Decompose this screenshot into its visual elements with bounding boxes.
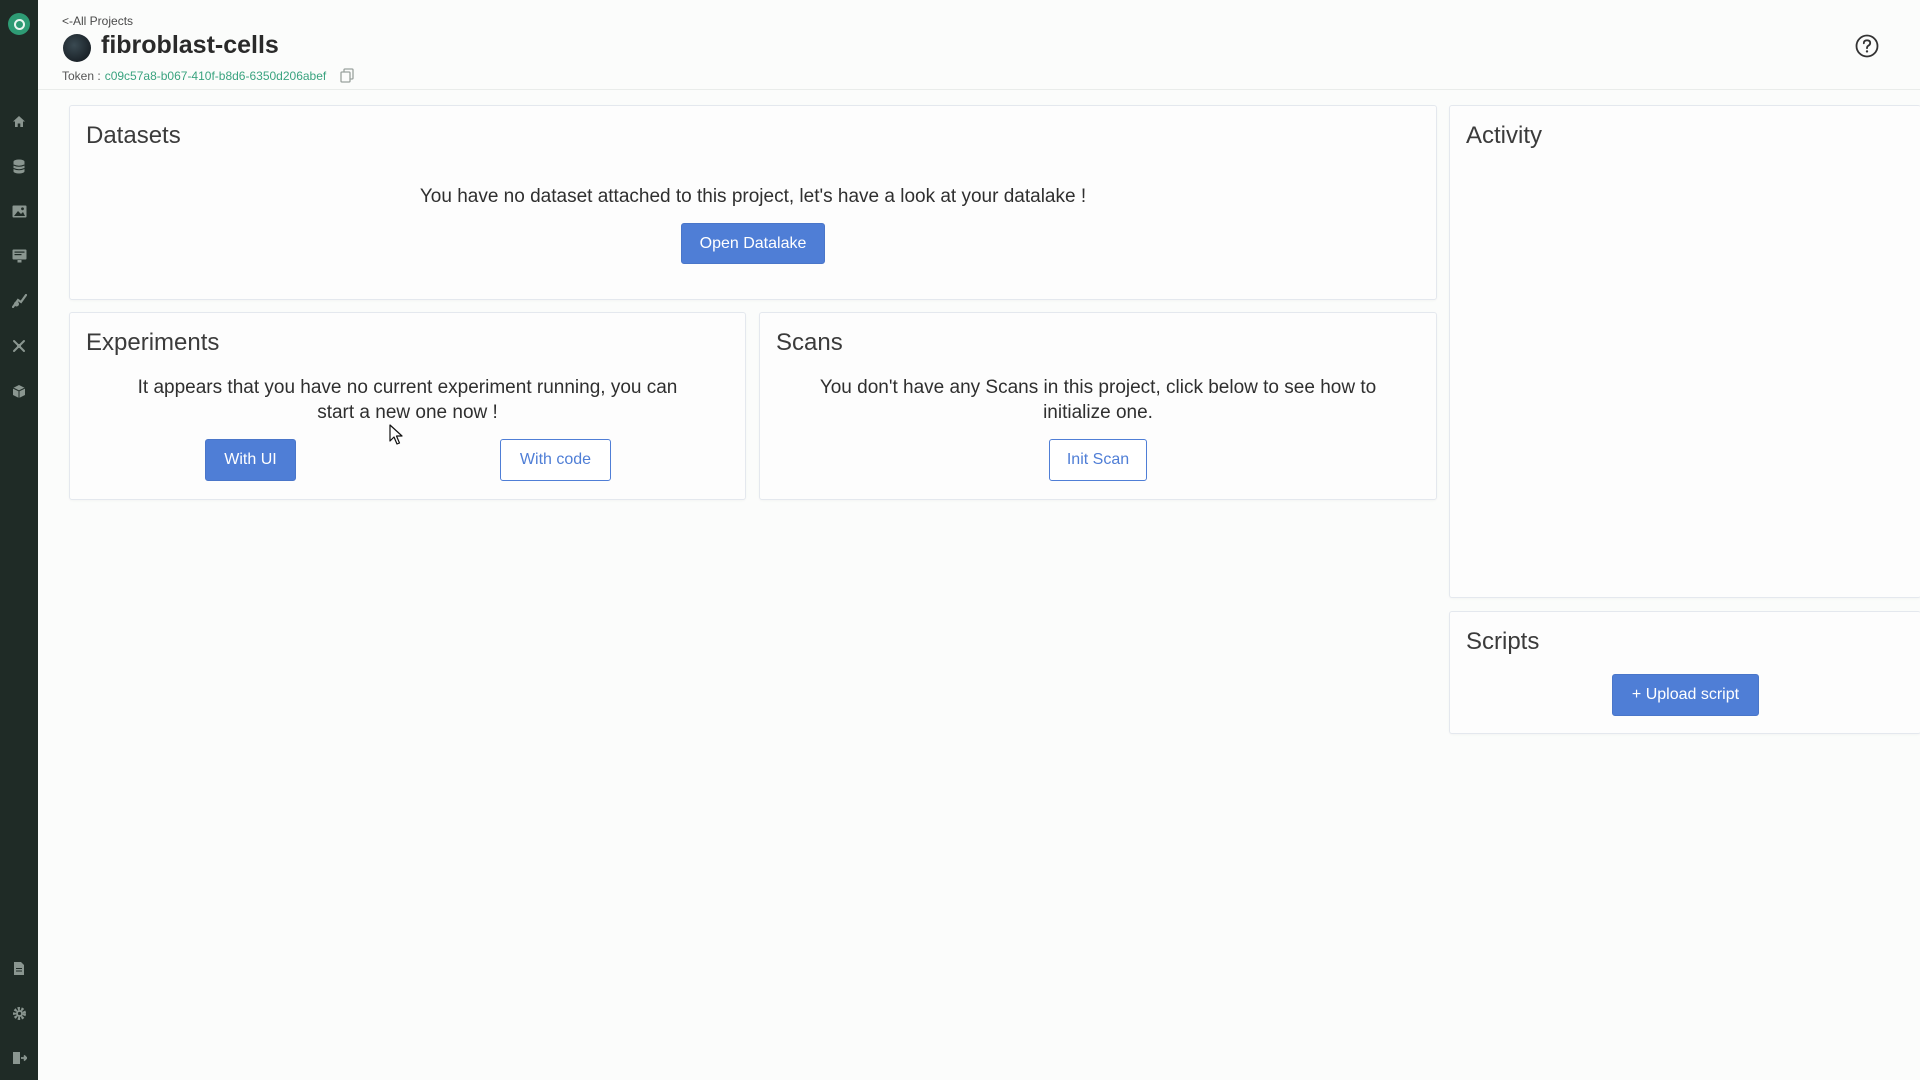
token-value[interactable]: c09c57a8-b067-410f-b8d6-6350d206abef	[105, 69, 327, 83]
datasets-title: Datasets	[86, 122, 181, 149]
app-logo-icon[interactable]	[8, 13, 30, 35]
scripts-card: Scripts + Upload script	[1449, 611, 1920, 734]
mouse-cursor-icon	[389, 424, 403, 451]
settings-icon[interactable]	[11, 1005, 27, 1021]
scans-card: Scans You don't have any Scans in this p…	[759, 312, 1437, 500]
experiments-message: It appears that you have no current expe…	[70, 375, 745, 425]
token-label: Token :	[62, 68, 101, 83]
copy-icon[interactable]	[340, 68, 354, 83]
activity-title: Activity	[1466, 122, 1543, 149]
monitor-icon[interactable]	[11, 248, 27, 264]
image-icon[interactable]	[11, 203, 27, 219]
scripts-title: Scripts	[1466, 628, 1540, 655]
experiments-card: Experiments It appears that you have no …	[69, 312, 746, 500]
logout-icon[interactable]	[11, 1050, 27, 1066]
with-code-button[interactable]: With code	[500, 439, 611, 481]
experiments-icon[interactable]	[11, 338, 27, 354]
flask-icon[interactable]	[11, 293, 27, 309]
project-header: <-All Projects fibroblast-cells Token : …	[38, 0, 1920, 90]
home-icon[interactable]	[11, 113, 27, 129]
database-icon[interactable]	[11, 158, 27, 174]
project-avatar	[63, 34, 91, 62]
token-row: Token : c09c57a8-b067-410f-b8d6-6350d206…	[62, 68, 354, 83]
scans-message: You don't have any Scans in this project…	[760, 375, 1436, 425]
activity-card: Activity	[1449, 105, 1920, 598]
document-icon[interactable]	[11, 960, 27, 976]
cube-icon[interactable]	[11, 383, 27, 399]
scans-message-line1: You don't have any Scans in this project…	[819, 377, 1377, 398]
page-title: fibroblast-cells	[101, 31, 279, 59]
help-icon[interactable]	[1855, 34, 1879, 58]
scans-title: Scans	[776, 329, 843, 356]
sidebar	[0, 0, 38, 1080]
with-ui-button[interactable]: With UI	[205, 439, 296, 481]
init-scan-button[interactable]: Init Scan	[1049, 439, 1147, 481]
experiments-message-line1: It appears that you have no current expe…	[137, 377, 678, 398]
all-projects-link[interactable]: <-All Projects	[62, 14, 133, 28]
scans-message-line2: initialize one.	[1043, 402, 1153, 423]
experiments-message-line2: start a new one now !	[317, 402, 498, 423]
open-datalake-button[interactable]: Open Datalake	[681, 223, 825, 264]
experiments-title: Experiments	[86, 329, 220, 356]
datasets-message: You have no dataset attached to this pro…	[419, 186, 1087, 207]
upload-script-button[interactable]: + Upload script	[1612, 674, 1759, 716]
datasets-card: Datasets You have no dataset attached to…	[69, 105, 1437, 300]
